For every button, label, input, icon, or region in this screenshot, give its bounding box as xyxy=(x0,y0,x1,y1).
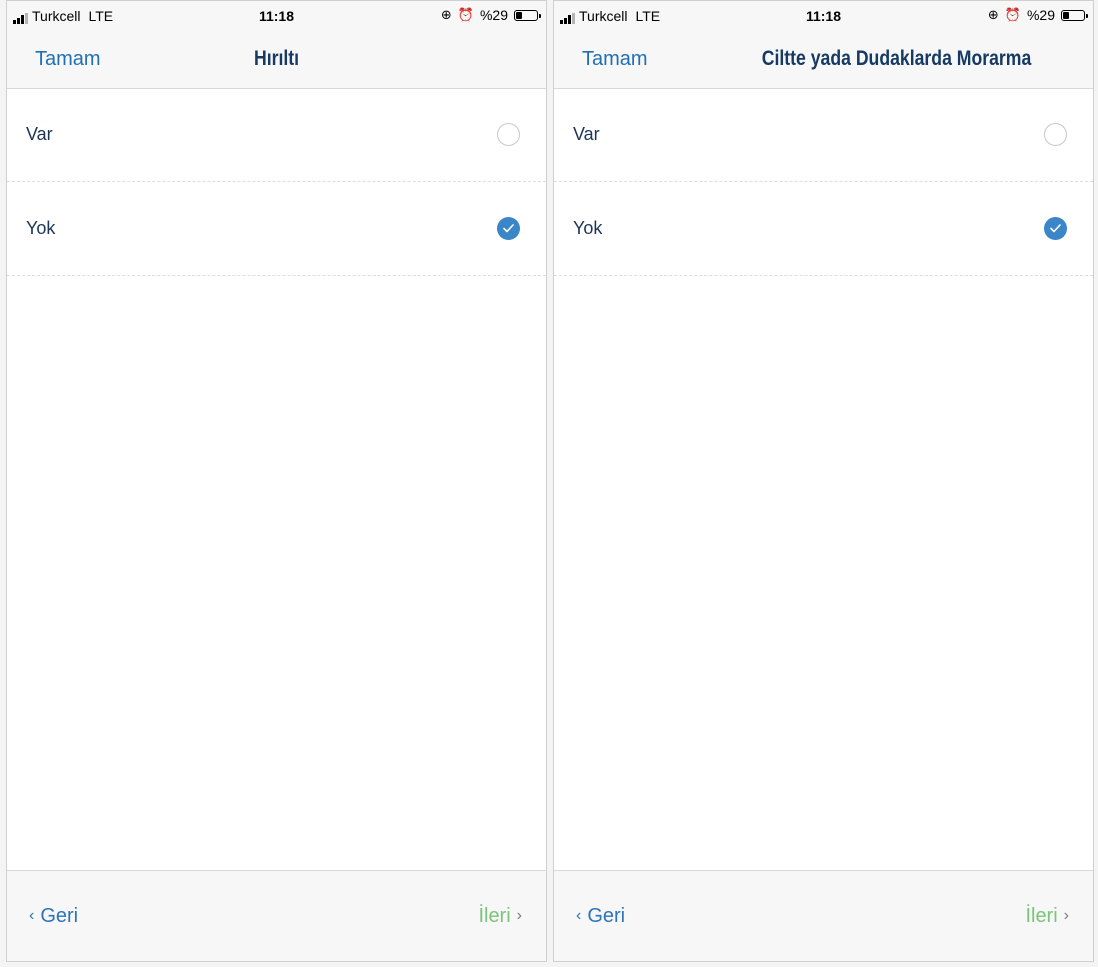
done-button[interactable]: Tamam xyxy=(582,48,648,71)
status-bar: Turkcell LTE 11:18 ⊕ ⏰ %29 xyxy=(554,1,1093,34)
back-button[interactable]: ‹ Geri xyxy=(576,905,625,928)
radio-checked-icon[interactable] xyxy=(497,217,520,240)
option-var[interactable]: Var xyxy=(7,88,546,182)
bottom-toolbar: ‹ Geri İleri › xyxy=(7,870,546,961)
navigation-bar: Tamam Hırıltı xyxy=(7,34,546,89)
back-button[interactable]: ‹ Geri xyxy=(29,905,78,928)
option-label: Yok xyxy=(573,218,603,238)
option-yok[interactable]: Yok xyxy=(7,182,546,276)
radio-unchecked-icon[interactable] xyxy=(497,123,520,146)
battery-icon xyxy=(1061,9,1088,21)
option-yok[interactable]: Yok xyxy=(554,182,1093,276)
page-title: Hırıltı xyxy=(253,47,300,70)
option-var[interactable]: Var xyxy=(554,88,1093,182)
back-label: Geri xyxy=(40,905,79,927)
back-label: Geri xyxy=(587,905,626,927)
orientation-lock-icon: ⊕ xyxy=(440,7,452,22)
alarm-icon: ⏰ xyxy=(1004,7,1021,22)
chevron-left-icon: ‹ xyxy=(576,907,582,924)
battery-percent: %29 xyxy=(479,7,508,23)
option-list: Var Yok xyxy=(554,88,1093,276)
chevron-left-icon: ‹ xyxy=(29,907,35,924)
bottom-toolbar: ‹ Geri İleri › xyxy=(554,870,1093,961)
page-title: Ciltte yada Dudaklarda Morarma xyxy=(761,47,1032,70)
chevron-right-icon: › xyxy=(516,907,522,924)
option-label: Var xyxy=(26,124,53,144)
radio-checked-icon[interactable] xyxy=(1044,217,1067,240)
option-label: Var xyxy=(573,124,600,144)
navigation-bar: Tamam Ciltte yada Dudaklarda Morarma xyxy=(554,34,1093,89)
next-label: İleri xyxy=(478,905,511,927)
phone-screen-cyanosis: Turkcell LTE 11:18 ⊕ ⏰ %29 Tamam Ciltte … xyxy=(553,0,1094,962)
chevron-right-icon: › xyxy=(1063,907,1069,924)
next-label: İleri xyxy=(1025,905,1058,927)
orientation-lock-icon: ⊕ xyxy=(987,7,999,22)
option-label: Yok xyxy=(26,218,56,238)
battery-percent: %29 xyxy=(1026,7,1055,23)
next-button[interactable]: İleri › xyxy=(478,905,522,928)
status-bar: Turkcell LTE 11:18 ⊕ ⏰ %29 xyxy=(7,1,546,34)
option-list: Var Yok xyxy=(7,88,546,276)
battery-icon xyxy=(514,9,541,21)
radio-unchecked-icon[interactable] xyxy=(1044,123,1067,146)
alarm-icon: ⏰ xyxy=(457,7,474,22)
phone-screen-wheezing: Turkcell LTE 11:18 ⊕ ⏰ %29 Tamam Hırıltı… xyxy=(6,0,547,962)
next-button[interactable]: İleri › xyxy=(1025,905,1069,928)
